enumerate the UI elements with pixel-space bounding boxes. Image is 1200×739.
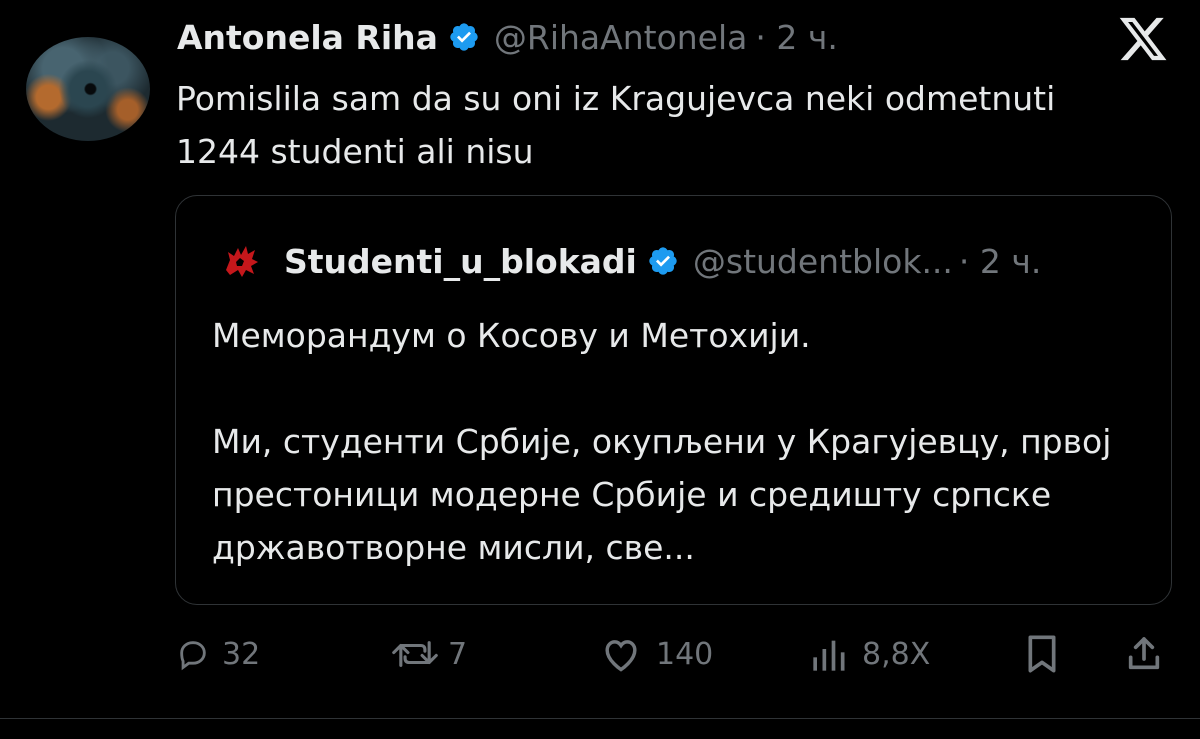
quoted-tweet-header: Studenti_u_blokadi @studentblok... · 2 ч…	[220, 238, 1041, 284]
tweet-text: Pomislila sam da su oni iz Kragujevca ne…	[176, 79, 1056, 171]
post-time[interactable]: · 2 ч.	[755, 18, 837, 57]
bookmark-icon	[1028, 635, 1056, 673]
like-button[interactable]: 140	[598, 628, 713, 680]
views-chart-icon	[813, 640, 845, 671]
quoted-avatar-icon[interactable]	[220, 240, 262, 282]
share-icon	[1128, 637, 1160, 670]
author-handle[interactable]: @RihaAntonela	[494, 18, 747, 57]
share-button[interactable]	[1124, 628, 1164, 680]
quoted-tweet-text: Меморандум о Косову и Метохији. Ми, студ…	[212, 316, 1112, 567]
quoted-author-name[interactable]: Studenti_u_blokadi	[284, 242, 637, 281]
action-bar: 32 7 140 8,8Х	[176, 628, 1176, 680]
x-logo-icon[interactable]	[1116, 13, 1170, 65]
quoted-post-time[interactable]: · 2 ч.	[959, 242, 1041, 281]
reply-icon	[180, 641, 206, 671]
views-count: 8,8Х	[862, 636, 931, 672]
repost-button[interactable]: 7	[386, 628, 467, 680]
views-button[interactable]: 8,8Х	[810, 628, 930, 680]
avatar[interactable]	[26, 37, 150, 141]
quoted-verified-badge-icon	[647, 245, 679, 277]
reply-count: 32	[222, 636, 261, 672]
author-name[interactable]: Antonela Riha	[177, 18, 438, 57]
verified-badge-icon	[448, 21, 480, 53]
bookmark-button[interactable]	[1024, 628, 1060, 680]
quoted-tweet[interactable]: Studenti_u_blokadi @studentblok... · 2 ч…	[175, 195, 1172, 605]
heart-icon	[605, 640, 637, 672]
repost-count: 7	[448, 636, 468, 672]
tweet-header: Antonela Riha @RihaAntonela · 2 ч.	[177, 14, 838, 60]
reply-button[interactable]: 32	[176, 628, 260, 680]
like-count: 140	[656, 636, 714, 672]
repost-icon	[392, 641, 438, 667]
quoted-author-handle[interactable]: @studentblok...	[693, 242, 953, 281]
divider	[0, 718, 1200, 719]
